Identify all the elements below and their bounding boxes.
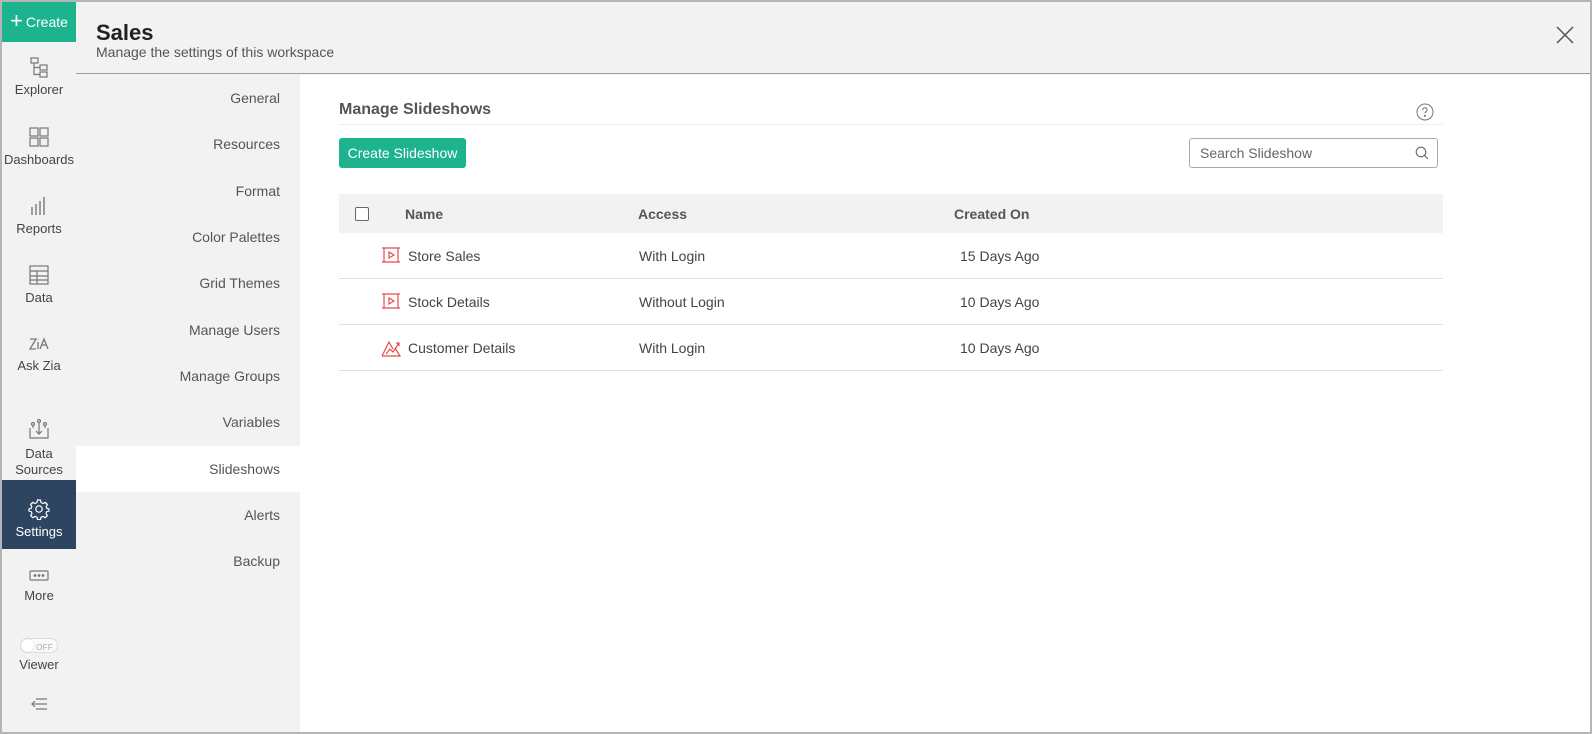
nav-item-more[interactable]: More [2, 568, 76, 604]
help-icon[interactable] [1416, 103, 1434, 121]
dashboards-icon [29, 127, 49, 147]
slideshow-icon [382, 293, 400, 309]
row-access: With Login [639, 248, 706, 264]
close-icon[interactable] [1554, 24, 1576, 46]
create-slideshow-button[interactable]: Create Slideshow [339, 138, 466, 168]
nav-item-data[interactable]: Data [2, 264, 76, 306]
table-row[interactable]: Customer Details With Login 10 Days Ago [339, 325, 1443, 371]
search-box [1189, 138, 1438, 168]
nav-label-line1: Data [25, 446, 53, 461]
app-window: + Create Explorer Dashboards Reports Dat… [2, 2, 1590, 732]
section-title: Manage Slideshows [339, 101, 492, 118]
toggle-knob [21, 639, 34, 652]
row-created-on: 10 Days Ago [960, 340, 1040, 356]
collapse-menu-icon [31, 698, 47, 710]
nav-label: Viewer [19, 657, 59, 672]
nav-label: Data [25, 290, 53, 305]
data-sources-icon [29, 418, 49, 439]
data-table-icon [29, 265, 49, 285]
nav-item-explorer[interactable]: Explorer [2, 56, 76, 98]
row-access: With Login [639, 340, 706, 356]
nav-label: More [24, 588, 54, 603]
slideshows-table: Name Access Created On Store Sales With … [339, 194, 1443, 371]
nav-label: Explorer [14, 82, 64, 97]
main-content: Manage Slideshows Create Slideshow Name … [300, 75, 1590, 732]
settings-item-backup[interactable]: Backup [76, 538, 300, 584]
table-row[interactable]: Stock Details Without Login 10 Days Ago [339, 279, 1443, 325]
settings-item-variables[interactable]: Variables [76, 399, 300, 445]
nav-item-settings[interactable]: Settings [2, 480, 76, 549]
create-button[interactable]: + Create [2, 2, 76, 42]
nav-item-ask-zia[interactable]: Ask Zia [2, 334, 76, 374]
nav-item-reports[interactable]: Reports [2, 195, 76, 237]
column-header-access[interactable]: Access [638, 206, 687, 222]
page-title: Sales [96, 20, 154, 45]
row-created-on: 15 Days Ago [960, 248, 1040, 264]
table-header: Name Access Created On [339, 194, 1443, 233]
nav-label: Settings [15, 524, 63, 539]
left-nav: + Create Explorer Dashboards Reports Dat… [2, 2, 76, 732]
column-header-created-on[interactable]: Created On [954, 206, 1029, 222]
more-icon [29, 570, 49, 581]
settings-item-manage-users[interactable]: Manage Users [76, 307, 300, 353]
viewer-toggle[interactable]: OFF [20, 638, 58, 653]
section-divider [339, 124, 1443, 125]
plus-icon: + [10, 8, 23, 33]
row-name[interactable]: Customer Details [408, 340, 515, 356]
nav-item-viewer[interactable]: OFF Viewer [2, 638, 76, 673]
explorer-icon [30, 57, 48, 78]
ask-zia-icon [28, 337, 49, 350]
settings-item-alerts[interactable]: Alerts [76, 492, 300, 538]
column-header-name[interactable]: Name [405, 206, 443, 222]
nav-label-line2: Sources [15, 462, 63, 477]
toggle-state: OFF [36, 643, 53, 652]
row-access: Without Login [639, 294, 725, 310]
settings-item-slideshows[interactable]: Slideshows [76, 446, 300, 492]
slideshow-icon [382, 247, 400, 263]
settings-item-color-palettes[interactable]: Color Palettes [76, 214, 300, 260]
settings-menu: General Resources Format Color Palettes … [76, 75, 300, 732]
row-name[interactable]: Stock Details [408, 294, 490, 310]
settings-item-grid-themes[interactable]: Grid Themes [76, 260, 300, 306]
select-all-checkbox[interactable] [355, 207, 369, 221]
nav-item-dashboards[interactable]: Dashboards [2, 126, 76, 168]
settings-item-general[interactable]: General [76, 75, 300, 121]
collapse-menu-button[interactable] [2, 696, 76, 716]
nav-item-data-sources[interactable]: Data Sources [2, 418, 76, 478]
search-input[interactable] [1190, 139, 1400, 167]
row-created-on: 10 Days Ago [960, 294, 1040, 310]
reports-icon [31, 197, 45, 215]
settings-item-resources[interactable]: Resources [76, 121, 300, 167]
settings-item-format[interactable]: Format [76, 168, 300, 214]
row-name[interactable]: Store Sales [408, 248, 480, 264]
search-icon[interactable] [1415, 146, 1429, 160]
gear-icon [28, 499, 50, 520]
table-row[interactable]: Store Sales With Login 15 Days Ago [339, 233, 1443, 279]
page-subtitle: Manage the settings of this workspace [96, 44, 335, 60]
page-header: Sales Manage the settings of this worksp… [76, 2, 1590, 74]
create-label: Create [25, 14, 68, 30]
nav-label: Ask Zia [17, 358, 61, 373]
nav-label: Reports [16, 221, 62, 236]
nav-label: Dashboards [3, 152, 75, 167]
settings-item-manage-groups[interactable]: Manage Groups [76, 353, 300, 399]
chart-slideshow-icon [381, 340, 401, 357]
